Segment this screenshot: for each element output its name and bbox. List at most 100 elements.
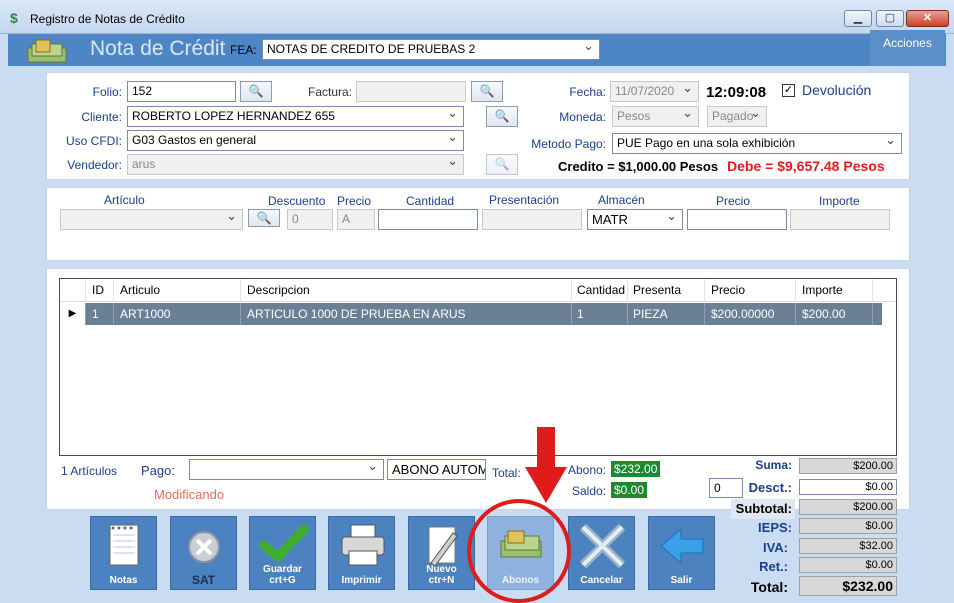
grid-col-id[interactable]: ID xyxy=(88,279,114,302)
row-selector[interactable]: ▶ xyxy=(60,303,86,325)
precio2-label: Precio xyxy=(716,194,751,208)
precio-tipo-input[interactable]: A xyxy=(337,209,375,230)
pago-select[interactable] xyxy=(189,459,384,480)
app-money-icon: $ xyxy=(10,10,18,26)
cell-descripcion: ARTICULO 1000 DE PRUEBA EN ARUS xyxy=(243,303,572,325)
factura-search-button[interactable]: 🔍 xyxy=(471,81,503,102)
window-titlebar: $ Registro de Notas de Crédito ▁ ▢ ✕ xyxy=(0,0,954,34)
pago-label: Pago: xyxy=(141,463,175,478)
articulos-count: 1 Artículos xyxy=(61,464,118,478)
cancel-x-icon xyxy=(569,523,634,569)
money-stack-icon xyxy=(24,38,70,64)
abono-label: Abono: xyxy=(568,463,607,477)
suma-value: $200.00 xyxy=(799,458,897,474)
abono-value: $232.00 xyxy=(611,461,661,477)
cliente-label: Cliente: xyxy=(81,110,122,124)
almacen-select[interactable]: MATR xyxy=(587,209,683,230)
devolucion-checkbox[interactable]: ✓ xyxy=(782,84,795,97)
cantidad-input[interactable] xyxy=(378,209,478,230)
total-inline-label: Total: xyxy=(492,466,521,480)
vendedor-search-button[interactable]: 🔍 xyxy=(486,154,518,175)
acciones-button[interactable]: Acciones xyxy=(870,30,945,66)
notas-button[interactable]: Notas xyxy=(90,516,157,590)
ret-label: Ret.: xyxy=(759,559,788,574)
descuento-input[interactable]: 0 xyxy=(287,209,333,230)
subtotal-label: Subtotal: xyxy=(735,501,792,516)
iva-value: $32.00 xyxy=(799,538,897,554)
saldo-label: Saldo: xyxy=(572,484,607,498)
cantidad-label: Cantidad xyxy=(406,194,455,208)
status-text: Modificando xyxy=(154,487,225,502)
moneda-select[interactable]: Pesos xyxy=(612,106,699,127)
grid-col-precio[interactable]: Precio xyxy=(707,279,796,302)
articulo-select[interactable] xyxy=(60,209,243,230)
grid-col-importe[interactable]: Importe xyxy=(798,279,873,302)
nuevo-button[interactable]: Nuevo ctr+N xyxy=(408,516,475,590)
descuento-label: Descuento xyxy=(268,194,326,208)
grid-col-descripcion[interactable]: Descripcion xyxy=(243,279,572,302)
abono-auto-input[interactable]: ABONO AUTOM xyxy=(387,459,486,480)
grid-header: ID Articulo Descripcion Cantidad Present… xyxy=(60,279,896,302)
sat-label: SAT xyxy=(191,573,216,587)
salir-label: Salir xyxy=(670,575,693,586)
desct-value[interactable]: $0.00 xyxy=(799,479,897,495)
imprimir-button[interactable]: Imprimir xyxy=(328,516,395,590)
vendedor-select[interactable]: arus xyxy=(127,154,464,175)
ret-value: $0.00 xyxy=(799,557,897,573)
printer-icon xyxy=(329,523,394,569)
fea-label: FEA: xyxy=(230,43,257,57)
salir-button[interactable]: Salir xyxy=(648,516,715,590)
grid-col-articulo[interactable]: Articulo xyxy=(116,279,241,302)
back-arrow-icon xyxy=(649,523,714,569)
articulo-label: Artículo xyxy=(104,193,145,207)
cliente-search-button[interactable]: 🔍 xyxy=(486,106,518,127)
uso-cfdi-label: Uso CFDI: xyxy=(65,134,122,148)
minimize-button[interactable]: ▁ xyxy=(844,10,872,27)
folio-label: Folio: xyxy=(92,85,122,99)
guardar-button[interactable]: Guardar crt+G xyxy=(249,516,316,590)
cliente-select[interactable]: ROBERTO LOPEZ HERNANDEZ 655 xyxy=(127,106,464,127)
factura-label: Factura: xyxy=(308,85,353,99)
sat-x-icon xyxy=(171,523,236,569)
fecha-picker[interactable]: 11/07/2020 xyxy=(610,81,699,102)
guardar-label: Guardar crt+G xyxy=(263,564,302,586)
uso-cfdi-select[interactable]: G03 Gastos en general xyxy=(127,130,464,151)
grid-col-cantidad[interactable]: Cantidad xyxy=(573,279,628,302)
cell-presenta: PIEZA xyxy=(629,303,705,325)
close-button[interactable]: ✕ xyxy=(906,10,949,27)
precio-input[interactable] xyxy=(687,209,787,230)
folio-search-button[interactable]: 🔍 xyxy=(240,81,272,102)
maximize-button[interactable]: ▢ xyxy=(876,10,904,27)
fea-select[interactable]: NOTAS DE CREDITO DE PRUEBAS 2 xyxy=(262,39,600,60)
pencil-icon xyxy=(409,523,474,569)
desct-label: Desct.: xyxy=(748,480,792,495)
almacen-label: Almacén xyxy=(598,193,645,207)
items-grid[interactable]: ID Articulo Descripcion Cantidad Present… xyxy=(59,278,897,456)
presentacion-label: Presentación xyxy=(489,193,560,207)
metodo-pago-label: Metodo Pago: xyxy=(531,137,606,151)
window-title: Registro de Notas de Crédito xyxy=(30,12,185,26)
devolucion-label: Devolución xyxy=(802,82,872,98)
presentacion-input[interactable] xyxy=(482,209,582,230)
table-row[interactable]: ▶ 1 ART1000 ARTICULO 1000 DE PRUEBA EN A… xyxy=(60,303,882,325)
articulo-search-button[interactable]: 🔍 xyxy=(248,209,280,227)
grid-col-presenta[interactable]: Presenta xyxy=(629,279,705,302)
subtotal-value: $200.00 xyxy=(799,499,897,515)
importe-input[interactable] xyxy=(790,209,890,230)
cancelar-button[interactable]: Cancelar xyxy=(568,516,635,590)
page-title: Nota de Crédit xyxy=(90,37,226,60)
precio-label: Precio xyxy=(337,194,372,208)
cell-importe: $200.00 xyxy=(798,303,873,325)
pagado-select[interactable]: Pagado xyxy=(707,106,767,127)
cell-id: 1 xyxy=(88,303,114,325)
cell-precio: $200.00000 xyxy=(707,303,796,325)
fecha-label: Fecha: xyxy=(569,85,606,99)
annotation-circle xyxy=(467,499,571,603)
total-label: Total: xyxy=(750,579,788,595)
sat-button[interactable]: SAT xyxy=(170,516,237,590)
factura-input[interactable] xyxy=(356,81,466,102)
suma-label: Suma: xyxy=(755,458,792,472)
folio-input[interactable]: 152 xyxy=(127,81,236,102)
nuevo-label: Nuevo ctr+N xyxy=(426,564,457,586)
metodo-pago-select[interactable]: PUE Pago en una sola exhibición xyxy=(612,133,902,154)
